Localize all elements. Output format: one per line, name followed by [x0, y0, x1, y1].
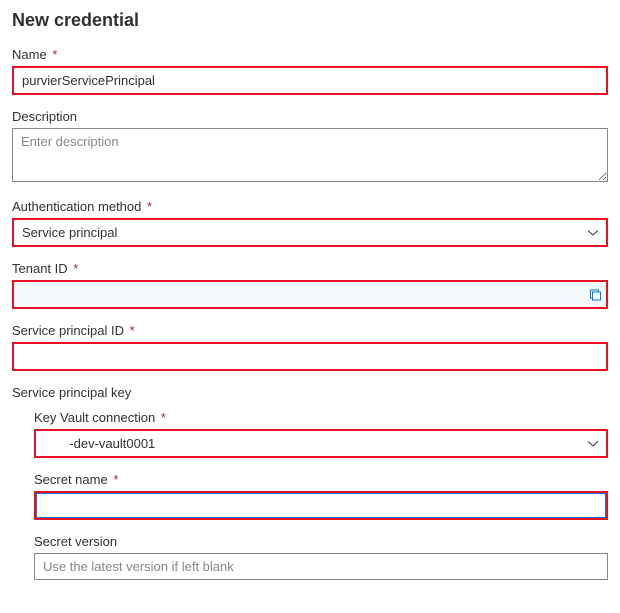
label-sp-id-text: Service principal ID: [12, 323, 124, 338]
field-secret-name: Secret name *: [34, 472, 608, 520]
required-asterisk: *: [147, 199, 152, 214]
label-tenant-id-text: Tenant ID: [12, 261, 68, 276]
section-sp-key: Service principal key: [12, 385, 608, 400]
field-secret-version: Secret version: [34, 534, 608, 580]
required-asterisk: *: [113, 472, 118, 487]
field-auth-method: Authentication method * Service principa…: [12, 199, 608, 247]
required-asterisk: *: [52, 47, 57, 62]
sp-id-input[interactable]: [12, 342, 608, 371]
field-sp-id: Service principal ID *: [12, 323, 608, 371]
label-tenant-id: Tenant ID *: [12, 261, 608, 276]
label-secret-version-text: Secret version: [34, 534, 117, 549]
field-key-vault: Key Vault connection * -dev-vault0001: [34, 410, 608, 458]
label-key-vault-text: Key Vault connection: [34, 410, 155, 425]
label-auth-method: Authentication method *: [12, 199, 608, 214]
secret-version-input[interactable]: [34, 553, 608, 580]
label-auth-method-text: Authentication method: [12, 199, 141, 214]
field-description: Description: [12, 109, 608, 185]
tenant-id-input[interactable]: [12, 280, 608, 309]
label-secret-name-text: Secret name: [34, 472, 108, 487]
name-input[interactable]: [12, 66, 608, 95]
auth-method-select[interactable]: Service principal: [12, 218, 608, 247]
copy-icon[interactable]: [589, 288, 602, 301]
required-asterisk: *: [130, 323, 135, 338]
description-textarea[interactable]: [12, 128, 608, 182]
label-description-text: Description: [12, 109, 77, 124]
key-vault-select[interactable]: -dev-vault0001: [34, 429, 608, 458]
label-key-vault: Key Vault connection *: [34, 410, 608, 425]
required-asterisk: *: [73, 261, 78, 276]
label-sp-id: Service principal ID *: [12, 323, 608, 338]
page-title: New credential: [12, 10, 608, 31]
chevron-down-icon: [580, 227, 606, 239]
label-name: Name *: [12, 47, 608, 62]
label-secret-version: Secret version: [34, 534, 608, 549]
field-name: Name *: [12, 47, 608, 95]
label-name-text: Name: [12, 47, 47, 62]
auth-method-value: Service principal: [14, 220, 580, 245]
label-secret-name: Secret name *: [34, 472, 608, 487]
key-vault-value: -dev-vault0001: [36, 431, 580, 456]
required-asterisk: *: [161, 410, 166, 425]
label-description: Description: [12, 109, 608, 124]
field-tenant-id: Tenant ID *: [12, 261, 608, 309]
secret-name-input[interactable]: [34, 491, 608, 520]
chevron-down-icon: [580, 438, 606, 450]
